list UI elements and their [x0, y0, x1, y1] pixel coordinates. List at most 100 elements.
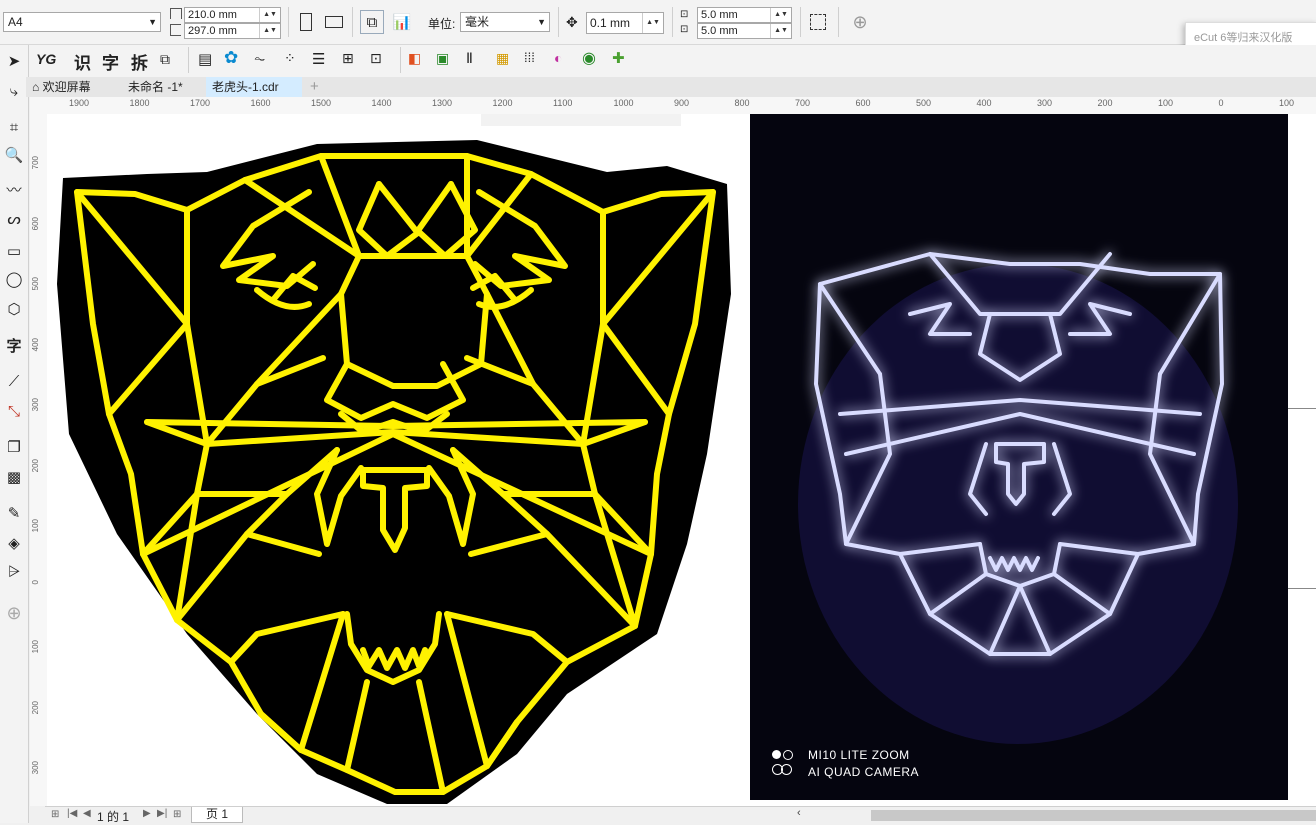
drop-shadow-icon[interactable]: ❐ [2, 435, 26, 459]
bar-chart-icon: 📊 [392, 14, 412, 31]
ruler-tick-label: 100 [31, 640, 40, 654]
page-size-value: A4 [8, 15, 23, 29]
freehand-tool-icon[interactable]: 〰 [2, 177, 26, 201]
ruler-tick-label: 800 [734, 98, 750, 108]
page-tab-1[interactable]: 页 1 [191, 807, 243, 823]
pages-icon: ⧉ [366, 13, 378, 31]
current-page-button[interactable]: 📊 [390, 10, 414, 34]
first-page-icon[interactable]: ⊞ [51, 809, 59, 820]
separator [400, 47, 401, 73]
horizontal-ruler[interactable]: 1900 1800 1700 1600 1500 1400 1300 1200 1100 1000… [45, 97, 1316, 115]
drawing-canvas[interactable]: MI10 LITE ZOOM AI QUAD CAMERA [47, 114, 1316, 806]
rectangle-tool-icon[interactable]: ▭ [2, 239, 26, 263]
puzzle-icon[interactable]: ✚ [612, 49, 625, 67]
text-tool-icon[interactable]: 字 [2, 333, 26, 357]
tiger-head-vector[interactable] [47, 114, 752, 806]
all-pages-button[interactable]: ⧉ [360, 10, 384, 34]
pick-tool-icon[interactable]: ➤ [2, 49, 26, 73]
ruler-tick-label: 500 [916, 98, 932, 108]
duplicate-x-value: 5.0 mm [701, 9, 738, 21]
connector-tool-icon[interactable]: ⤡ [2, 399, 26, 423]
bounding-box-icon [810, 14, 826, 30]
table-icon[interactable]: ▤ [198, 50, 212, 68]
last-page-button[interactable]: ▶| [157, 808, 167, 819]
palette-icon[interactable]: ▦ [496, 50, 509, 67]
eyedropper-icon[interactable]: ✎ [2, 501, 26, 525]
recognize-button[interactable]: 识 [74, 49, 91, 74]
spin-arrows-icon[interactable]: ▲▼ [259, 8, 280, 22]
weld-icon[interactable]: ✿ [224, 48, 238, 68]
add-preset-button[interactable]: ⊕ [848, 10, 872, 34]
polygon-tool-icon[interactable]: ⬡ [2, 297, 26, 321]
spin-arrows-icon[interactable]: ▲▼ [642, 13, 663, 33]
copy-icon[interactable]: ⧉ [160, 51, 170, 68]
add-tool-icon[interactable]: ⊕ [2, 601, 26, 625]
tab-untitled[interactable]: 未命名 -1* [122, 77, 206, 97]
chevron-down-icon: ▼ [148, 17, 157, 27]
add-tab-button[interactable]: + [304, 77, 324, 97]
shape-icon[interactable]: ◐ [554, 50, 562, 66]
grid-icon[interactable]: ⊞ [342, 50, 354, 67]
scroll-left-icon[interactable]: ‹ [797, 807, 801, 819]
ball-icon[interactable]: ◉ [582, 48, 596, 68]
crop-tool-icon[interactable]: ⌗ [2, 115, 26, 139]
page-height-value: 297.0 mm [188, 25, 237, 37]
interactive-fill-icon[interactable]: ◈ [2, 531, 26, 555]
split-button[interactable]: 拆 [131, 49, 148, 74]
page-border-line [1288, 588, 1316, 589]
vertical-ruler[interactable]: 700 600 500 400 300 200 100 0 100 200 300 [30, 114, 48, 806]
page-width-input[interactable]: 210.0 mm ▲▼ [184, 7, 281, 23]
select-region-icon[interactable]: ⊡ [370, 50, 382, 67]
separator [352, 7, 353, 37]
duplicate-y-value: 5.0 mm [701, 25, 738, 37]
ruler-tick-label: 1900 [69, 98, 90, 108]
parallel-dimension-icon[interactable]: ⟋ [2, 369, 26, 393]
page-border-line [1288, 408, 1316, 409]
yg-button[interactable]: YG [36, 51, 56, 67]
page-size-select[interactable]: A4 ▼ [3, 12, 161, 32]
prev-page-button[interactable]: ◀ [83, 808, 91, 819]
ruler-tick-label: 700 [31, 156, 40, 170]
page-dimension-icon [168, 6, 182, 38]
dots-icon[interactable]: ⁞⁞⁞ [524, 50, 535, 65]
next-page-button[interactable]: ▶ [143, 808, 151, 819]
lines-icon[interactable]: ☰ [312, 50, 325, 68]
artistic-media-icon[interactable]: ᔕ [2, 207, 26, 231]
smart-fill-icon[interactable]: ⩥ [2, 559, 26, 583]
ruler-tick-label: 400 [31, 337, 40, 351]
shape-tool-icon[interactable]: ⤷ [2, 79, 26, 103]
image-icon[interactable]: ▣ [436, 50, 449, 67]
ellipse-tool-icon[interactable]: ◯ [2, 267, 26, 291]
nudge-distance-value: 0.1 mm [590, 16, 631, 30]
color-blocks-icon[interactable]: ◧ [408, 50, 421, 67]
spin-arrows-icon[interactable]: ▲▼ [770, 8, 791, 22]
character-button[interactable]: 字 [102, 49, 119, 74]
ruler-tick-label: 200 [1097, 98, 1113, 108]
neon-tiger-photo[interactable]: MI10 LITE ZOOM AI QUAD CAMERA [750, 114, 1288, 800]
portrait-icon [300, 13, 312, 31]
tab-active-document[interactable]: 老虎头-1.cdr [206, 77, 302, 97]
portrait-button[interactable] [294, 10, 318, 34]
horizontal-scrollbar[interactable] [871, 810, 1316, 821]
add-page-icon[interactable]: ⊞ [173, 809, 181, 820]
ruler-tick-label: 100 [1158, 98, 1174, 108]
page-height-input[interactable]: 297.0 mm ▲▼ [184, 23, 281, 39]
spin-arrows-icon[interactable]: ▲▼ [770, 24, 791, 38]
separator [838, 7, 839, 37]
units-select[interactable]: 毫米 ▼ [460, 12, 550, 32]
node-icon[interactable]: ⁘ [284, 50, 296, 67]
landscape-button[interactable] [322, 10, 346, 34]
treat-as-filled-button[interactable] [806, 10, 830, 34]
nudge-distance-input[interactable]: 0.1 mm ▲▼ [586, 12, 664, 34]
wave-icon[interactable]: ⏦ [254, 50, 265, 67]
ruler-tick-label: 700 [795, 98, 811, 108]
text-align-icon[interactable]: Ⅱ [466, 50, 473, 67]
tab-welcome[interactable]: ⌂ 欢迎屏幕 [26, 77, 122, 97]
first-page-button[interactable]: |◀ [67, 808, 77, 819]
duplicate-x-input[interactable]: 5.0 mm ▲▼ [697, 7, 792, 23]
page-navigator: ⊞ |◀ ◀ 1 的 1 ▶ ▶| ⊞ 页 1 ‹ [45, 806, 1316, 824]
zoom-tool-icon[interactable]: 🔍 [2, 143, 26, 167]
transparency-icon[interactable]: ▩ [2, 465, 26, 489]
duplicate-y-input[interactable]: 5.0 mm ▲▼ [697, 23, 792, 39]
spin-arrows-icon[interactable]: ▲▼ [259, 24, 280, 38]
